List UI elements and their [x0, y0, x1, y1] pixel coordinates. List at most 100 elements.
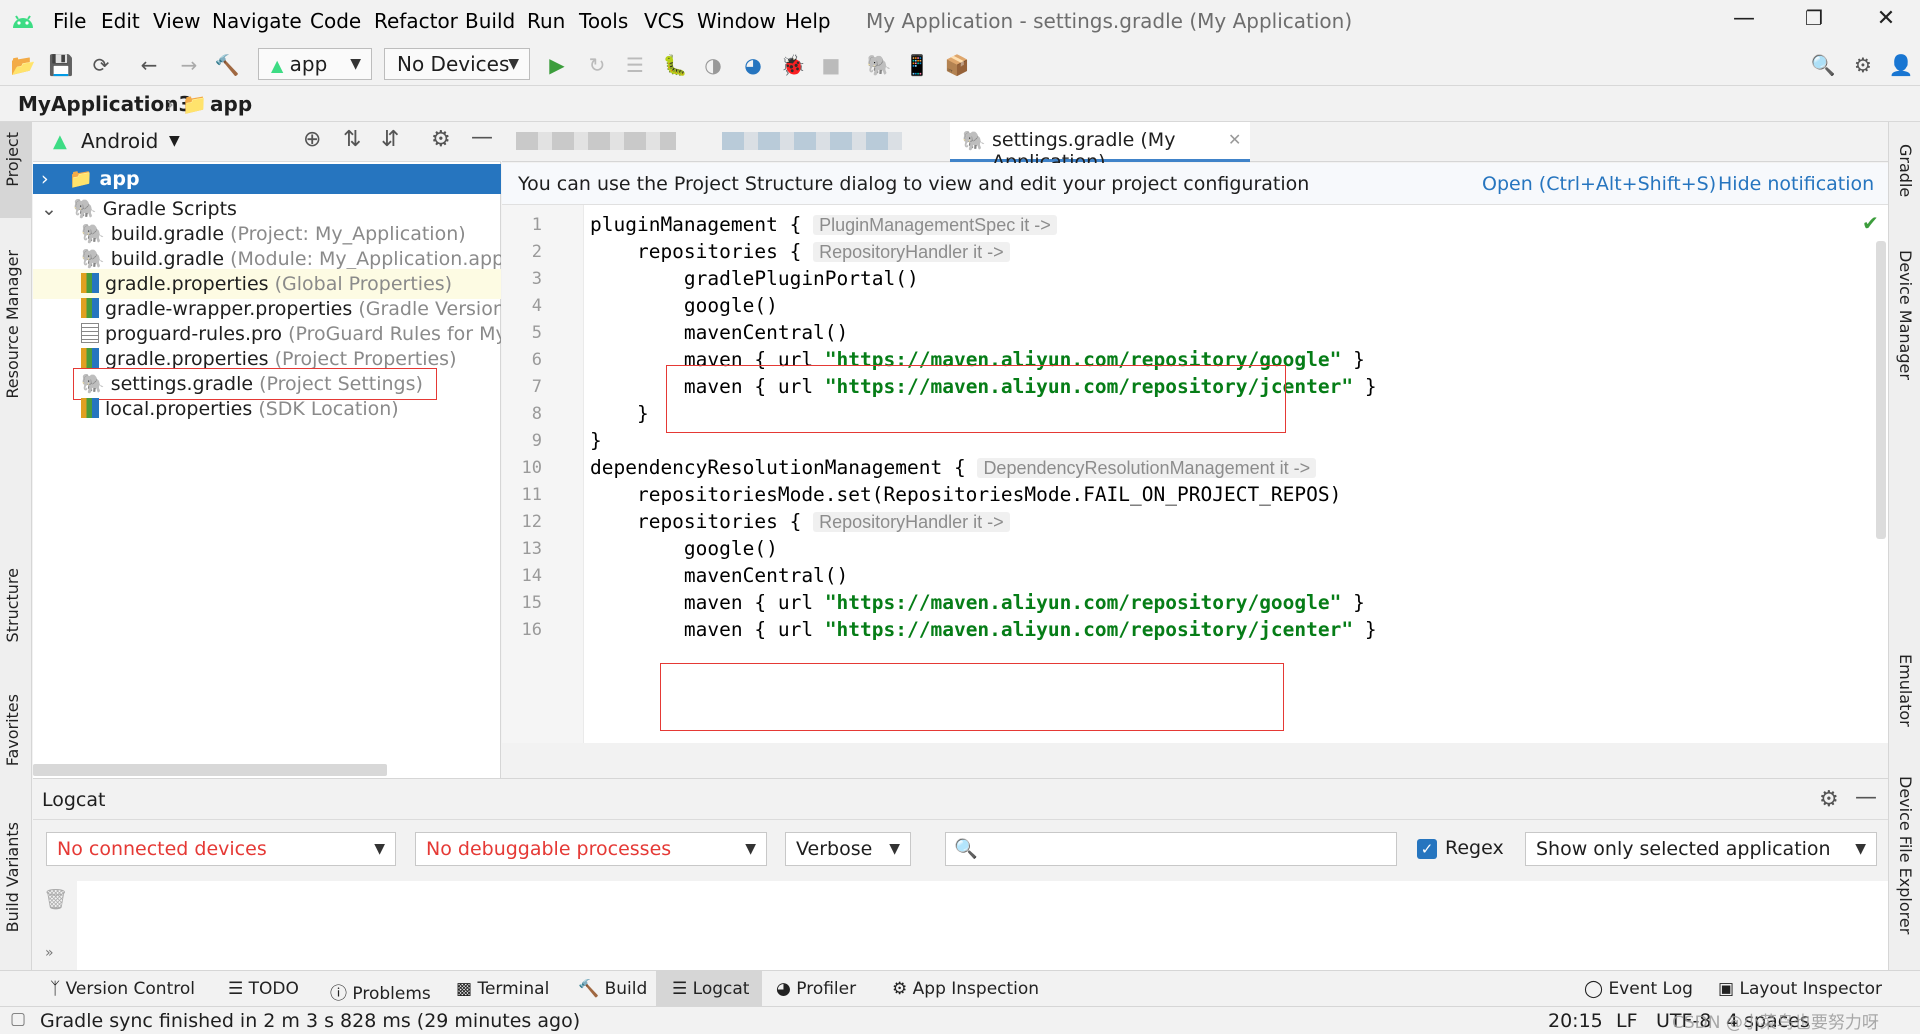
menu-tools[interactable]: Tools: [579, 9, 628, 33]
minimize-button[interactable]: —: [1724, 6, 1764, 36]
code-line[interactable]: maven { url "https://maven.aliyun.com/re…: [590, 618, 1377, 641]
logcat-output[interactable]: [77, 881, 1888, 971]
tab-problems[interactable]: ⓘ Problems: [330, 979, 431, 1004]
tab-app-inspection[interactable]: ⚙ App Inspection: [892, 979, 1039, 999]
app-filter-select[interactable]: Show only selected application ▼: [1525, 832, 1877, 866]
device-manager-icon[interactable]: 📱: [904, 52, 930, 78]
open-project-structure-link[interactable]: Open (Ctrl+Alt+Shift+S): [1482, 173, 1716, 195]
view-mode-select[interactable]: Android: [81, 129, 158, 153]
sdk-manager-icon[interactable]: 📦: [944, 52, 970, 78]
tab-build[interactable]: 🔨 Build: [578, 979, 647, 999]
tab-terminal[interactable]: ▩ Terminal: [456, 979, 549, 999]
apply-code-changes-icon[interactable]: ☰: [622, 52, 648, 78]
forward-arrow-icon[interactable]: →: [176, 52, 202, 78]
save-icon[interactable]: 💾: [48, 52, 74, 78]
tab-project[interactable]: Project: [3, 132, 22, 187]
collapse-all-icon[interactable]: ⇵: [381, 127, 399, 152]
blurred-tab[interactable]: [722, 132, 902, 150]
menu-run[interactable]: Run: [527, 9, 565, 33]
log-level-select[interactable]: Verbose ▼: [785, 832, 911, 866]
tab-structure[interactable]: Structure: [3, 568, 22, 642]
code-line[interactable]: mavenCentral(): [590, 564, 848, 587]
code-line[interactable]: repositories { RepositoryHandler it ->: [590, 240, 1010, 263]
menu-build[interactable]: Build: [465, 9, 515, 33]
hide-panel-icon[interactable]: —: [1855, 785, 1877, 810]
tab-todo[interactable]: ☰ TODO: [228, 979, 299, 999]
back-arrow-icon[interactable]: ←: [136, 52, 162, 78]
code-line[interactable]: mavenCentral(): [590, 321, 848, 344]
coverage-icon[interactable]: ◑: [700, 52, 726, 78]
menu-vcs[interactable]: VCS: [644, 9, 684, 33]
locate-target-icon[interactable]: ⊕: [303, 127, 321, 152]
account-icon[interactable]: 👤: [1888, 52, 1914, 78]
cursor-position[interactable]: 20:15: [1548, 1010, 1603, 1032]
menu-view[interactable]: View: [153, 9, 200, 33]
menu-edit[interactable]: Edit: [101, 9, 140, 33]
regex-checkbox[interactable]: ✓: [1417, 839, 1437, 859]
close-tab-icon[interactable]: ✕: [1228, 130, 1241, 149]
logcat-settings-gear-icon[interactable]: ⚙: [1819, 787, 1839, 812]
menu-file[interactable]: File: [53, 9, 86, 33]
tab-device-manager[interactable]: Device Manager: [1896, 250, 1915, 380]
code-line[interactable]: google(): [590, 537, 778, 560]
code-line[interactable]: dependencyResolutionManagement { Depende…: [590, 456, 1317, 479]
stop-icon[interactable]: ■: [818, 52, 844, 78]
tab-layout-inspector[interactable]: ▣ Layout Inspector: [1718, 979, 1882, 999]
hide-panel-icon[interactable]: —: [471, 125, 493, 150]
menu-navigate[interactable]: Navigate: [212, 9, 302, 33]
code-line[interactable]: google(): [590, 294, 778, 317]
code-line[interactable]: pluginManagement { PluginManagementSpec …: [590, 213, 1057, 236]
toggle-tool-windows-icon[interactable]: ▢: [10, 1009, 26, 1029]
open-folder-icon[interactable]: 📂: [10, 52, 36, 78]
tab-version-control[interactable]: ᛉ Version Control: [50, 979, 195, 999]
menu-refactor[interactable]: Refactor: [374, 9, 458, 33]
panel-settings-gear-icon[interactable]: ⚙: [431, 127, 451, 152]
search-icon[interactable]: 🔍: [1810, 52, 1836, 78]
menu-help[interactable]: Help: [785, 9, 831, 33]
blurred-tab[interactable]: [516, 132, 676, 150]
profile-icon[interactable]: ◕: [740, 52, 766, 78]
vertical-scrollbar[interactable]: [1876, 241, 1886, 539]
tree-item-app[interactable]: › 📁 app: [33, 164, 501, 194]
line-separator[interactable]: LF: [1616, 1010, 1638, 1032]
process-filter-select[interactable]: No debuggable processes ▼: [415, 832, 767, 866]
menu-code[interactable]: Code: [310, 9, 361, 33]
settings-gear-icon[interactable]: ⚙: [1850, 52, 1876, 78]
tab-device-file-explorer[interactable]: Device File Explorer: [1896, 776, 1915, 934]
tab-favorites[interactable]: Favorites: [3, 694, 22, 766]
sync-icon[interactable]: ⟳: [88, 52, 114, 78]
code-line[interactable]: repositories { RepositoryHandler it ->: [590, 510, 1010, 533]
code-line[interactable]: repositoriesMode.set(RepositoriesMode.FA…: [590, 483, 1341, 506]
code-line[interactable]: }: [590, 402, 649, 425]
status-message[interactable]: Gradle sync finished in 2 m 3 s 828 ms (…: [40, 1010, 580, 1032]
tab-gradle[interactable]: Gradle: [1896, 144, 1915, 197]
debug-bug-icon[interactable]: 🐛: [662, 52, 688, 78]
breadcrumb-module[interactable]: app: [210, 92, 252, 116]
make-project-hammer-icon[interactable]: 🔨: [214, 52, 240, 78]
tab-settings-gradle[interactable]: 🐘 settings.gradle (My Application) ✕: [950, 122, 1250, 173]
code-line[interactable]: maven { url "https://maven.aliyun.com/re…: [590, 591, 1365, 614]
tab-build-variants[interactable]: Build Variants: [3, 822, 22, 932]
device-filter-select[interactable]: No connected devices ▼: [46, 832, 396, 866]
more-actions-icon[interactable]: »: [45, 945, 54, 961]
tab-resource-manager[interactable]: Resource Manager: [3, 250, 22, 399]
tree-item-local-properties[interactable]: local.properties (SDK Location): [33, 394, 501, 424]
code-line[interactable]: gradlePluginPortal(): [590, 267, 919, 290]
hide-notification-link[interactable]: Hide notification: [1718, 173, 1874, 195]
device-select[interactable]: No Devices ▼: [384, 48, 530, 80]
apply-changes-icon[interactable]: ↻: [584, 52, 610, 78]
run-config-select[interactable]: ▲ app ▼: [258, 48, 372, 80]
code-line[interactable]: }: [590, 429, 602, 452]
gradle-sync-icon[interactable]: 🐘: [866, 52, 892, 78]
code-editor[interactable]: 1 2 3 4 5 6 7 8 9 10 11 12 13 14 15 16 pluginManagement…: [502, 205, 1888, 743]
horizontal-scrollbar[interactable]: [33, 764, 387, 776]
tab-logcat[interactable]: ☰ Logcat: [672, 979, 749, 999]
clear-log-trash-icon[interactable]: 🗑: [43, 887, 68, 911]
menu-window[interactable]: Window: [697, 9, 776, 33]
run-icon[interactable]: ▶: [544, 52, 570, 78]
expand-all-icon[interactable]: ⇅: [343, 127, 361, 152]
tab-profiler[interactable]: ◕ Profiler: [776, 979, 856, 999]
tab-event-log[interactable]: ◯ Event Log: [1584, 979, 1693, 999]
logcat-search-field[interactable]: 🔍: [945, 832, 1397, 866]
tab-emulator[interactable]: Emulator: [1896, 654, 1915, 727]
